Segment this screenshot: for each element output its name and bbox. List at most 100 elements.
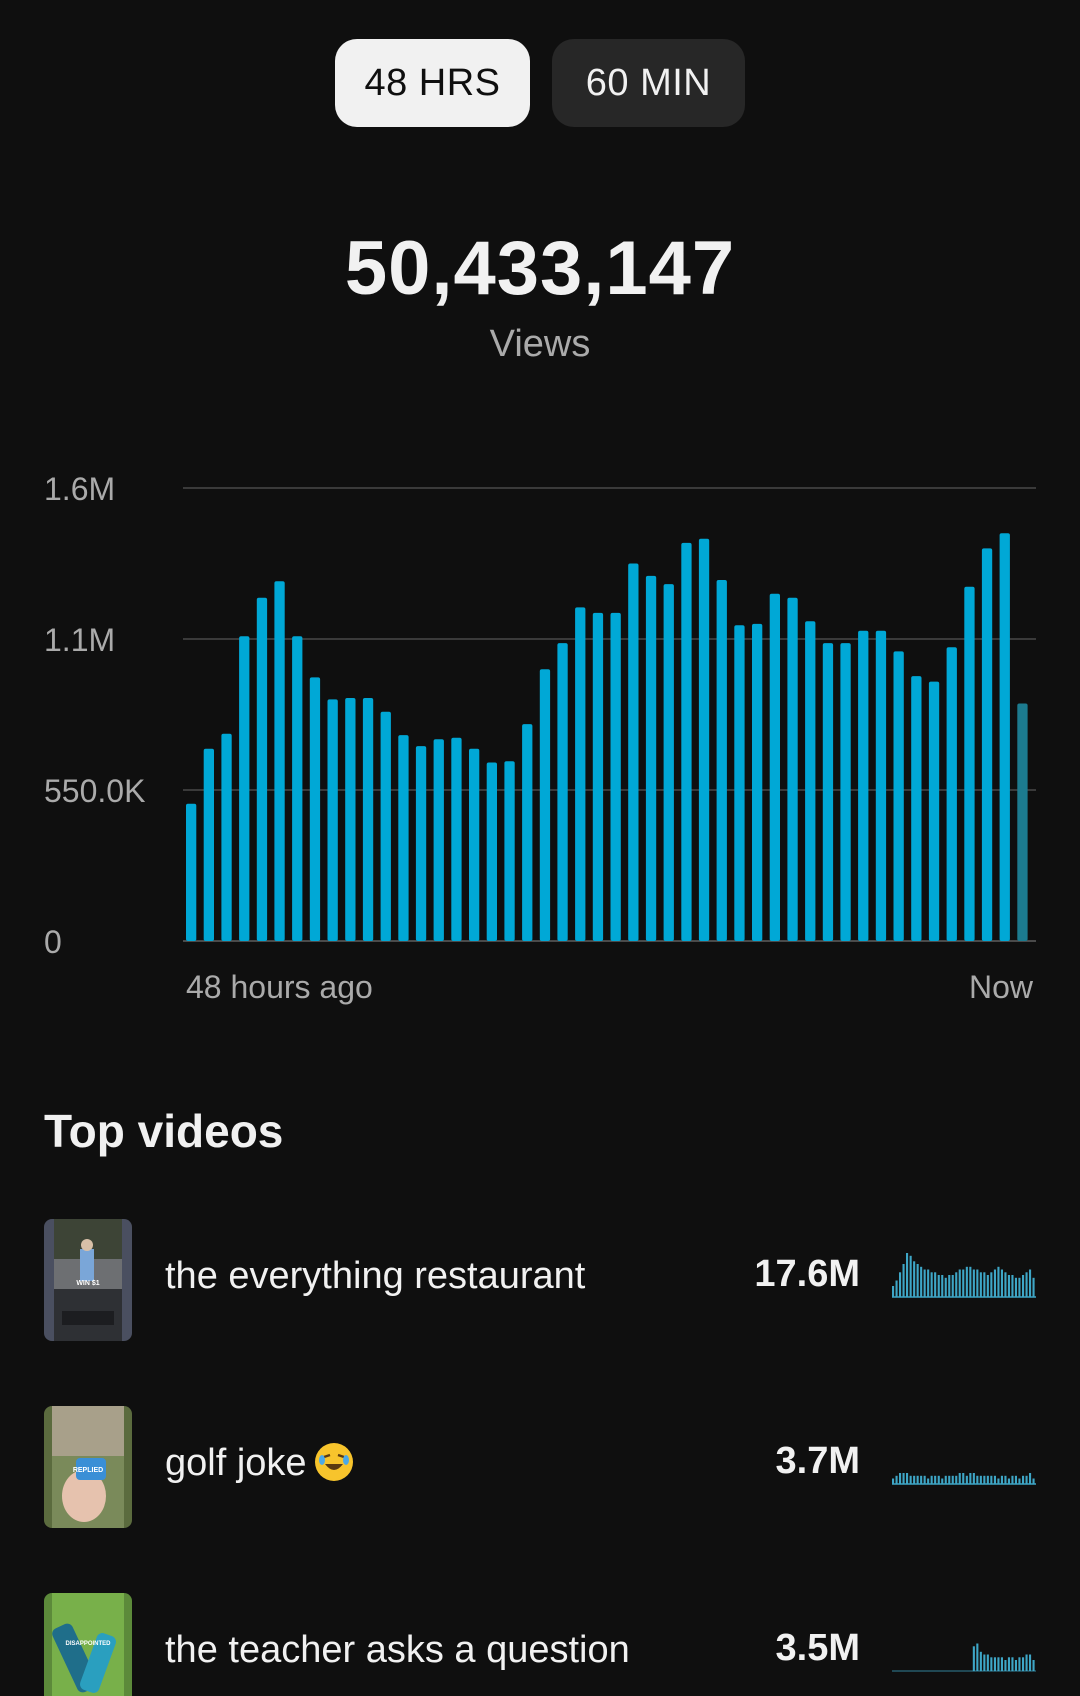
sparkline-bar	[909, 1255, 912, 1298]
video-title: golf joke	[165, 1442, 353, 1485]
sparkline-bar	[1000, 1475, 1003, 1485]
sparkline-bar	[997, 1266, 1000, 1298]
sparkline-bar	[1022, 1275, 1025, 1297]
sparkline-bar	[899, 1473, 902, 1484]
sparkline-bar	[986, 1475, 989, 1485]
chart-bar	[981, 548, 993, 941]
sparkline-bar	[972, 1269, 975, 1297]
sparkline-bar	[930, 1272, 933, 1298]
sparkline-bar	[895, 1475, 898, 1485]
sparkline-bar	[976, 1269, 979, 1297]
sparkline-bar	[1025, 1272, 1028, 1298]
sparkline-bar	[955, 1272, 958, 1298]
y-tick-label: 550.0K	[44, 773, 145, 809]
total-views-label: Views	[489, 323, 591, 365]
chart-bar	[698, 538, 710, 941]
sparkline-bar	[913, 1475, 916, 1485]
sparkline-bar	[979, 1651, 982, 1672]
sparkline-bar	[990, 1272, 993, 1298]
sparkline-bar	[979, 1272, 982, 1298]
thumbnail-caption: WIN $1	[76, 1280, 99, 1287]
sparkline-bar	[916, 1264, 919, 1297]
sparkline-bar	[1025, 1654, 1028, 1671]
chart-bar	[380, 711, 391, 941]
chart-bar	[539, 669, 551, 941]
sparkline-bar	[972, 1646, 975, 1672]
sparkline-bar	[892, 1286, 895, 1297]
x-end-label: Now	[969, 969, 1034, 1005]
sparkline-bar	[913, 1261, 916, 1298]
sparkline-bar	[986, 1654, 989, 1671]
sparkline-bar	[1014, 1277, 1017, 1298]
chart-bar	[858, 630, 869, 941]
chart-bar	[469, 748, 480, 941]
y-tick-label: 0	[44, 924, 62, 960]
chart-bar	[999, 533, 1010, 941]
sparkline-bar	[934, 1475, 937, 1485]
chart-bar	[486, 762, 497, 941]
sparkline-bar	[927, 1269, 930, 1297]
top-video-row[interactable]: WIN $1 the everything restaurant 17.6M	[44, 1219, 1036, 1341]
toggle-60-min[interactable]: 60 MIN	[552, 39, 745, 127]
chart-bar	[716, 580, 727, 941]
chart-bar	[787, 597, 798, 941]
video-thumbnail[interactable]: REPLIED	[44, 1406, 132, 1528]
sparkline-bar	[895, 1280, 898, 1297]
sparkline-bar	[941, 1478, 944, 1484]
sparkline-bar	[906, 1253, 909, 1297]
sparkline-bar	[948, 1275, 951, 1297]
sparkline-bar	[1011, 1657, 1014, 1672]
sparkline-bar	[1018, 1478, 1021, 1484]
chart-bar	[398, 735, 409, 941]
chart-bar	[292, 636, 303, 941]
top-video-row[interactable]: REPLIED golf joke 3.7M	[44, 1406, 1036, 1528]
sparkline-bar	[983, 1475, 986, 1485]
sparkline-bar	[1000, 1269, 1003, 1297]
chart-bar	[840, 643, 851, 941]
chart-bar	[309, 677, 321, 941]
sparkline-bar	[923, 1475, 926, 1485]
toggle-48-hrs[interactable]: 48 HRS	[335, 39, 530, 127]
chart-bar	[610, 612, 621, 941]
sparkline-bar	[937, 1275, 940, 1297]
sparkline-bar	[944, 1475, 947, 1485]
chart-bar	[681, 542, 692, 941]
thumbnail-caption: DISAPPOINTED	[65, 1641, 111, 1647]
sparkline-bar	[955, 1475, 958, 1485]
sparkline-bar	[1004, 1475, 1007, 1485]
sparkline-bar	[1032, 1478, 1035, 1484]
thumbnail-caption: REPLIED	[73, 1467, 103, 1474]
chart-bar	[557, 643, 568, 941]
sparkline-bar	[993, 1475, 996, 1485]
sparkline-bar	[997, 1478, 1000, 1484]
video-thumbnail[interactable]: WIN $1	[44, 1219, 132, 1341]
sparkline-bar	[920, 1475, 923, 1485]
sparkline-bar	[948, 1475, 951, 1485]
sparkline-bar	[930, 1475, 933, 1485]
rofl-emoji-icon	[314, 1443, 353, 1481]
sparkline-bar	[927, 1478, 930, 1484]
sparkline-bar	[976, 1475, 979, 1485]
sparkline-bar	[1032, 1277, 1035, 1298]
sparkline-bar	[958, 1473, 961, 1484]
video-thumbnail[interactable]: DISAPPOINTED	[44, 1593, 132, 1696]
sparkline-bar	[1029, 1473, 1032, 1484]
chart-bar	[822, 643, 834, 941]
sparkline-bar	[916, 1475, 919, 1485]
sparkline-bar	[902, 1264, 905, 1297]
chart-bar	[769, 593, 780, 941]
sparkline-bar	[969, 1473, 972, 1484]
sparkline-bar	[923, 1269, 926, 1297]
chart-bar	[928, 681, 940, 941]
chart-bar	[256, 597, 268, 941]
sparkline-bar	[941, 1275, 944, 1297]
sparkline-bar	[1022, 1657, 1025, 1672]
sparkline-bar	[1032, 1660, 1035, 1671]
y-tick-label: 1.1M	[44, 622, 115, 658]
chart-bar	[893, 651, 904, 941]
sparkline-bar	[965, 1266, 968, 1298]
top-video-row[interactable]: DISAPPOINTED the teacher asks a question…	[44, 1593, 1036, 1696]
sparkline-bar	[1018, 1657, 1021, 1672]
chart-bar	[645, 575, 657, 941]
sparkline-bar	[902, 1473, 905, 1484]
